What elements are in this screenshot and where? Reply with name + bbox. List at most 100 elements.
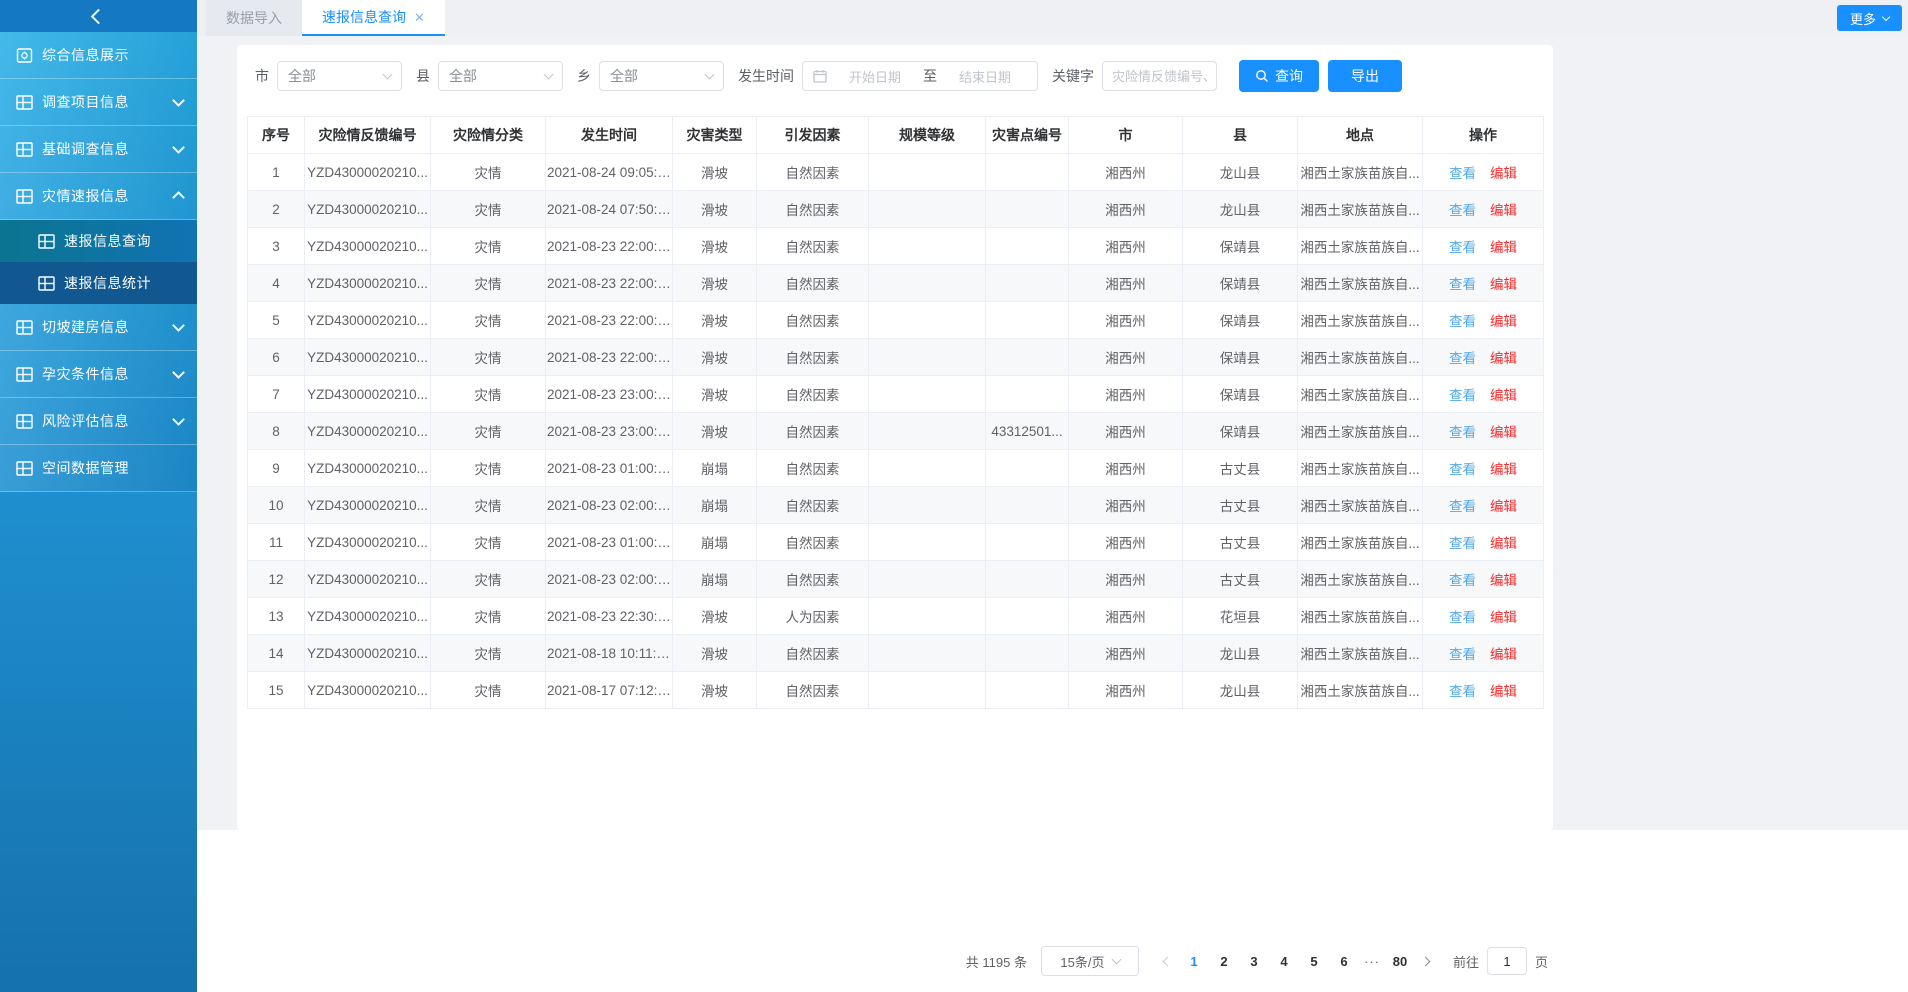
city-select[interactable]: 全部 bbox=[277, 61, 402, 91]
table-header-cell: 灾险情分类 bbox=[431, 117, 546, 154]
table-cell: 43312501... bbox=[986, 413, 1069, 450]
sidebar-subitem-4-2[interactable]: 速报信息统计 bbox=[0, 262, 197, 304]
edit-link[interactable]: 编辑 bbox=[1490, 351, 1517, 366]
view-link[interactable]: 查看 bbox=[1449, 166, 1476, 181]
county-select[interactable]: 全部 bbox=[438, 61, 563, 91]
goto-page-input[interactable] bbox=[1487, 947, 1527, 975]
sidebar-item-3[interactable]: 基础调查信息 bbox=[0, 126, 197, 173]
view-link[interactable]: 查看 bbox=[1449, 536, 1476, 551]
sidebar-subitem-label: 速报信息查询 bbox=[64, 231, 183, 251]
table-cell: 自然因素 bbox=[757, 376, 869, 413]
edit-link[interactable]: 编辑 bbox=[1490, 684, 1517, 699]
sidebar-collapse-button[interactable] bbox=[0, 0, 197, 32]
close-icon[interactable]: ✕ bbox=[414, 11, 425, 24]
page-button-6[interactable]: 6 bbox=[1329, 954, 1359, 969]
chevron-down-icon bbox=[172, 319, 185, 332]
sidebar-subitem-4-1[interactable]: 速报信息查询 bbox=[0, 220, 197, 262]
view-link[interactable]: 查看 bbox=[1449, 203, 1476, 218]
data-table: 序号灾险情反馈编号灾险情分类发生时间灾害类型引发因素规模等级灾害点编号市县地点操… bbox=[247, 116, 1544, 709]
more-button[interactable]: 更多 bbox=[1837, 5, 1902, 31]
table-cell: 灾情 bbox=[431, 376, 546, 413]
edit-link[interactable]: 编辑 bbox=[1490, 573, 1517, 588]
table-cell: 保靖县 bbox=[1183, 376, 1298, 413]
table-icon bbox=[16, 189, 33, 204]
tab-2[interactable]: 速报信息查询✕ bbox=[302, 0, 445, 36]
table-header-cell: 灾害点编号 bbox=[986, 117, 1069, 154]
edit-link[interactable]: 编辑 bbox=[1490, 388, 1517, 403]
edit-link[interactable]: 编辑 bbox=[1490, 536, 1517, 551]
edit-link[interactable]: 编辑 bbox=[1490, 314, 1517, 329]
table-header-row: 序号灾险情反馈编号灾险情分类发生时间灾害类型引发因素规模等级灾害点编号市县地点操… bbox=[248, 117, 1544, 154]
sidebar-item-5[interactable]: 切坡建房信息 bbox=[0, 304, 197, 351]
table-cell: YZD43000020210... bbox=[305, 154, 431, 191]
sidebar-item-6[interactable]: 孕灾条件信息 bbox=[0, 351, 197, 398]
search-icon bbox=[1255, 69, 1269, 83]
page-size-select[interactable]: 15条/页 bbox=[1041, 946, 1139, 976]
sidebar-item-7[interactable]: 风险评估信息 bbox=[0, 398, 197, 445]
view-link[interactable]: 查看 bbox=[1449, 610, 1476, 625]
sidebar-item-8[interactable]: 空间数据管理 bbox=[0, 445, 197, 492]
table-cell: 古丈县 bbox=[1183, 561, 1298, 598]
more-button-label: 更多 bbox=[1850, 9, 1876, 28]
view-link[interactable]: 查看 bbox=[1449, 647, 1476, 662]
view-link[interactable]: 查看 bbox=[1449, 499, 1476, 514]
town-select[interactable]: 全部 bbox=[599, 61, 724, 91]
tab-1[interactable]: 数据导入 bbox=[206, 0, 302, 36]
view-link[interactable]: 查看 bbox=[1449, 388, 1476, 403]
view-link[interactable]: 查看 bbox=[1449, 573, 1476, 588]
edit-link[interactable]: 编辑 bbox=[1490, 203, 1517, 218]
table-cell: 古丈县 bbox=[1183, 524, 1298, 561]
table-cell: 5 bbox=[248, 302, 305, 339]
table-cell bbox=[869, 265, 986, 302]
table-actions-cell: 查看编辑 bbox=[1423, 265, 1544, 302]
page-button-2[interactable]: 2 bbox=[1209, 954, 1239, 969]
edit-link[interactable]: 编辑 bbox=[1490, 277, 1517, 292]
table-cell: 2021-08-23 22:00:00 bbox=[546, 339, 673, 376]
view-link[interactable]: 查看 bbox=[1449, 684, 1476, 699]
table-row: 15YZD43000020210...灾情2021-08-17 07:12:00… bbox=[248, 672, 1544, 709]
page-button-80[interactable]: 80 bbox=[1385, 954, 1415, 969]
tab-strip: 数据导入速报信息查询✕ 更多 bbox=[197, 0, 1908, 36]
table-cell: 2021-08-18 10:11:00 bbox=[546, 635, 673, 672]
next-page-button[interactable] bbox=[1415, 958, 1437, 965]
edit-link[interactable]: 编辑 bbox=[1490, 166, 1517, 181]
sidebar-item-2[interactable]: 调查项目信息 bbox=[0, 79, 197, 126]
edit-link[interactable]: 编辑 bbox=[1490, 425, 1517, 440]
chevron-left-icon bbox=[1163, 956, 1173, 966]
view-link[interactable]: 查看 bbox=[1449, 462, 1476, 477]
export-button[interactable]: 导出 bbox=[1328, 60, 1402, 92]
table-cell: 4 bbox=[248, 265, 305, 302]
table-cell bbox=[869, 561, 986, 598]
view-link[interactable]: 查看 bbox=[1449, 425, 1476, 440]
table-cell bbox=[869, 228, 986, 265]
table-row: 7YZD43000020210...灾情2021-08-23 23:00:00滑… bbox=[248, 376, 1544, 413]
page-button-5[interactable]: 5 bbox=[1299, 954, 1329, 969]
county-filter-label: 县 bbox=[416, 66, 430, 86]
view-link[interactable]: 查看 bbox=[1449, 240, 1476, 255]
table-cell: 湘西州 bbox=[1069, 487, 1183, 524]
edit-link[interactable]: 编辑 bbox=[1490, 499, 1517, 514]
edit-link[interactable]: 编辑 bbox=[1490, 647, 1517, 662]
table-row: 2YZD43000020210...灾情2021-08-24 07:50:00滑… bbox=[248, 191, 1544, 228]
view-link[interactable]: 查看 bbox=[1449, 314, 1476, 329]
date-range-picker[interactable]: 开始日期 至 结束日期 bbox=[802, 61, 1038, 91]
keyword-input[interactable] bbox=[1102, 61, 1217, 91]
edit-link[interactable]: 编辑 bbox=[1490, 610, 1517, 625]
table-cell: YZD43000020210... bbox=[305, 672, 431, 709]
search-button[interactable]: 查询 bbox=[1239, 60, 1319, 92]
page-button-1[interactable]: 1 bbox=[1179, 954, 1209, 969]
sidebar-item-label: 风险评估信息 bbox=[42, 411, 174, 431]
page-button-3[interactable]: 3 bbox=[1239, 954, 1269, 969]
edit-link[interactable]: 编辑 bbox=[1490, 462, 1517, 477]
table-cell bbox=[986, 228, 1069, 265]
sidebar-item-1[interactable]: 综合信息展示 bbox=[0, 32, 197, 79]
chevron-down-icon bbox=[1882, 12, 1890, 20]
view-link[interactable]: 查看 bbox=[1449, 277, 1476, 292]
page-button-4[interactable]: 4 bbox=[1269, 954, 1299, 969]
table-cell bbox=[986, 672, 1069, 709]
sidebar-item-4[interactable]: 灾情速报信息 bbox=[0, 173, 197, 220]
prev-page-button[interactable] bbox=[1157, 958, 1179, 965]
view-link[interactable]: 查看 bbox=[1449, 351, 1476, 366]
edit-link[interactable]: 编辑 bbox=[1490, 240, 1517, 255]
table-cell: 湘西土家族苗族自... bbox=[1298, 228, 1423, 265]
